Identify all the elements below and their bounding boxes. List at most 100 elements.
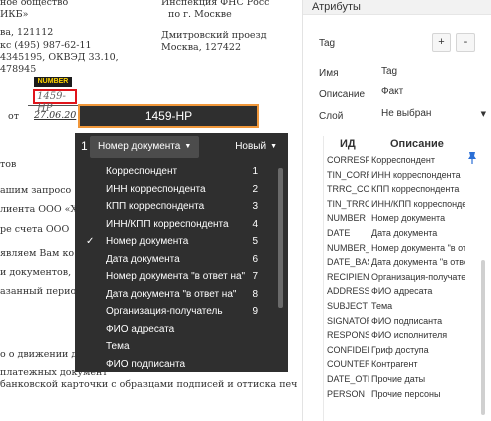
attribute-id: NUMBER_BASE bbox=[327, 242, 369, 253]
panel-header: Атрибуты bbox=[303, 0, 491, 15]
status-dropdown[interactable]: Новый ▼ bbox=[231, 136, 281, 158]
add-tag-button[interactable]: + bbox=[432, 33, 451, 52]
caret-down-icon: ▼ bbox=[184, 143, 192, 150]
layer-label: Слой bbox=[319, 111, 344, 122]
table-row[interactable]: RECIPIENTОрганизация-получатель bbox=[324, 270, 491, 285]
doc-line: банковской карточки с образцами подписей… bbox=[0, 379, 298, 390]
panel-scrollbar[interactable] bbox=[481, 260, 485, 415]
status-label: Новый bbox=[235, 141, 267, 152]
layer-select[interactable]: Не выбран ▼ bbox=[378, 108, 488, 122]
menu-item[interactable]: ✓ Номер документа 5 bbox=[75, 233, 275, 251]
menu-item[interactable]: Организация-получатель 9 bbox=[75, 303, 275, 321]
attributes-panel: Атрибуты Tag + - Имя Tag Описание Факт С… bbox=[302, 0, 491, 421]
menu-item[interactable]: Дата документа "в ответ на" 8 bbox=[75, 286, 275, 304]
attribute-description: ФИО подписанта bbox=[371, 315, 443, 326]
doc-line: ре счета ООО bbox=[0, 224, 70, 235]
table-row[interactable]: DATE Дата документа bbox=[324, 226, 491, 241]
attribute-id: TIN_CORRESPONDENT bbox=[327, 169, 369, 180]
doc-line: ное общество bbox=[0, 0, 69, 8]
attribute-id: ADDRESSEE bbox=[327, 286, 369, 297]
pin-icon[interactable] bbox=[466, 151, 478, 165]
check-icon: ✓ bbox=[86, 236, 95, 247]
attributes-table: ИД Описание CORRESPONDENTКорреспондентTI… bbox=[323, 136, 491, 421]
doc-line: ашим запросо bbox=[0, 185, 72, 196]
attribute-id: SUBJECT bbox=[327, 301, 369, 311]
doc-line: азанный перио bbox=[0, 286, 77, 297]
caret-down-icon: ▼ bbox=[270, 143, 277, 150]
menu-item[interactable]: Номер документа "в ответ на" 7 bbox=[75, 268, 275, 286]
menu-item-label: Дата документа "в ответ на" bbox=[106, 288, 237, 300]
menu-item-label: ФИО подписанта bbox=[106, 358, 186, 370]
table-row[interactable]: COUNTERPARTYКонтрагент bbox=[324, 357, 491, 372]
attribute-description: ИНН/КПП корреспондента bbox=[371, 198, 465, 209]
menu-item-shortcut: 4 bbox=[252, 218, 258, 230]
table-row[interactable]: DATE_OTHERПрочие даты bbox=[324, 372, 491, 387]
attribute-id: PERSON bbox=[327, 388, 366, 399]
menu-item-shortcut: 8 bbox=[252, 288, 258, 300]
menu-item-label: ФИО адресата bbox=[106, 323, 175, 335]
menu-scrollbar[interactable] bbox=[278, 168, 283, 308]
menu-item[interactable]: Дата документа 6 bbox=[75, 251, 275, 269]
attribute-description: Организация-получатель bbox=[371, 271, 465, 282]
attribute-id: CONFIDENTIAL bbox=[327, 344, 369, 355]
menu-item[interactable]: ИНН/КПП корреспондента 4 bbox=[75, 216, 275, 234]
table-row[interactable]: ADDRESSEEФИО адресата bbox=[324, 284, 491, 299]
remove-tag-button[interactable]: - bbox=[456, 33, 475, 52]
number-tag-label: NUMBER bbox=[34, 77, 72, 87]
attribute-description: Номер документа "в ответ на" bbox=[371, 242, 465, 253]
description-value[interactable]: Факт bbox=[381, 86, 403, 97]
attribute-id: DATE bbox=[327, 228, 351, 238]
name-label: Имя bbox=[319, 68, 339, 79]
menu-item[interactable]: Корреспондент 1 bbox=[75, 163, 275, 181]
table-row[interactable]: DATE_BASEДата документа "в ответ на" bbox=[324, 255, 491, 270]
table-row[interactable]: TRRC_CORRESPONDENTКПП корреспондента bbox=[324, 182, 491, 197]
menu-item-label: Корреспондент bbox=[106, 166, 178, 177]
menu-item-label: Номер документа bbox=[106, 236, 189, 247]
addressee-line: по г. Москве bbox=[168, 9, 232, 20]
table-row[interactable]: TIN_CORRESPONDENTИНН корреспондента bbox=[324, 168, 491, 183]
menu-item[interactable]: Тема bbox=[75, 338, 275, 356]
doc-line: являем Вам ко bbox=[0, 248, 75, 259]
date-prefix: от bbox=[8, 111, 19, 122]
attribute-description: Прочие даты bbox=[371, 374, 426, 384]
attribute-id: SIGNATORY bbox=[327, 315, 369, 326]
menu-item-shortcut: 1 bbox=[252, 166, 258, 177]
table-row[interactable]: SUBJECT Тема bbox=[324, 299, 491, 314]
menu-item[interactable]: ФИО адресата bbox=[75, 321, 275, 339]
attribute-description: Гриф доступа bbox=[371, 344, 429, 355]
menu-item[interactable]: ФИО подписанта bbox=[75, 356, 275, 373]
table-row[interactable]: PERSON Прочие персоны bbox=[324, 387, 491, 402]
menu-item-shortcut: 9 bbox=[252, 306, 258, 317]
doc-line: о о движении д bbox=[0, 349, 78, 360]
table-row[interactable]: CONFIDENTIALГриф доступа bbox=[324, 343, 491, 358]
attribute-description: Номер документа bbox=[371, 213, 446, 224]
menu-item[interactable]: ИНН корреспондента 2 bbox=[75, 181, 275, 199]
toolbar-index: 1 bbox=[81, 139, 88, 153]
attribute-description: Дата документа bbox=[371, 228, 438, 238]
table-row[interactable]: TIN_TRRCИНН/КПП корреспондента bbox=[324, 197, 491, 212]
menu-item-label: Дата документа bbox=[106, 253, 180, 265]
layer-select-value: Не выбран bbox=[381, 108, 432, 119]
menu-item-label: ИНН/КПП корреспондента bbox=[106, 218, 229, 230]
menu-item-label: Номер документа "в ответ на" bbox=[106, 271, 246, 282]
table-row[interactable]: RESPONSIBLEФИО исполнителя bbox=[324, 328, 491, 343]
column-header-id: ИД bbox=[340, 138, 356, 150]
doc-line: и документов, bbox=[0, 267, 72, 278]
panel-title: Атрибуты bbox=[312, 1, 361, 13]
table-row[interactable]: NUMBER_BASEНомер документа "в ответ на" bbox=[324, 241, 491, 256]
addressee-line: Москва, 127422 bbox=[161, 42, 242, 53]
table-row[interactable]: NUMBER Номер документа bbox=[324, 211, 491, 226]
doc-line: тов bbox=[0, 159, 17, 170]
number-field-highlight[interactable]: 1459-НР bbox=[33, 89, 77, 114]
table-row[interactable]: SIGNATORYФИО подписанта bbox=[324, 314, 491, 329]
doc-line: лиента ООО «Х bbox=[0, 204, 78, 215]
field-type-label: Номер документа bbox=[98, 141, 181, 152]
menu-item[interactable]: КПП корреспондента 3 bbox=[75, 198, 275, 216]
attribute-description: ФИО исполнителя bbox=[371, 330, 448, 341]
number-value-bar[interactable]: 1459-НР bbox=[78, 104, 259, 128]
attribute-description: Контрагент bbox=[371, 359, 418, 370]
field-type-menu: Корреспондент 1 ИНН корреспондента 2 КПП кор… bbox=[75, 162, 288, 372]
name-value[interactable]: Tag bbox=[381, 66, 397, 77]
field-type-dropdown[interactable]: Номер документа ▼ bbox=[90, 136, 200, 158]
attribute-id: CORRESPONDENT bbox=[327, 155, 369, 165]
